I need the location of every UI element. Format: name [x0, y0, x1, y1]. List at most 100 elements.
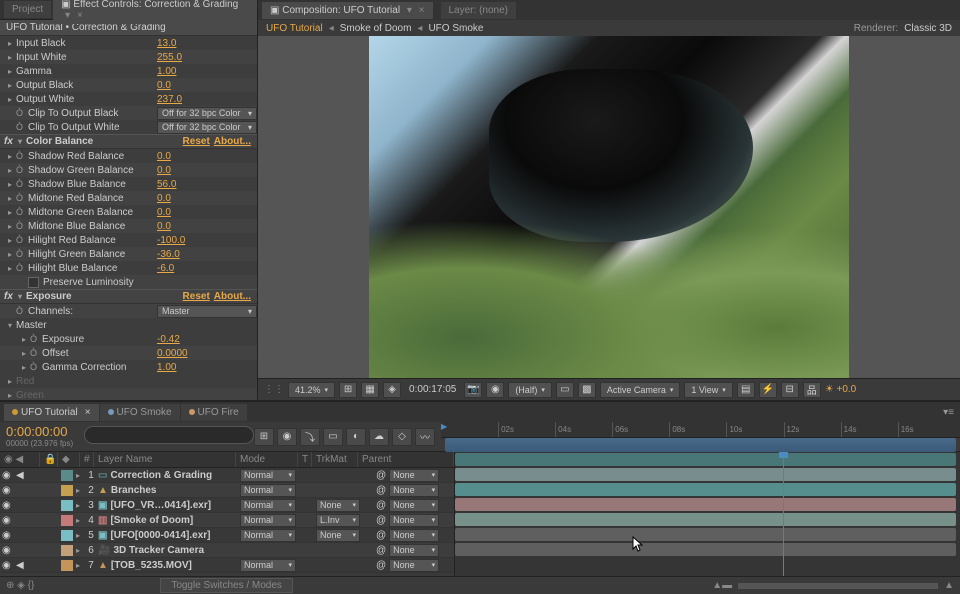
- parent-dropdown-5[interactable]: None: [389, 544, 439, 557]
- timeline-timecode[interactable]: 0:00:00:00: [6, 424, 74, 439]
- prop-cb-6[interactable]: Hilight Red Balance: [28, 235, 157, 246]
- composition-viewer[interactable]: [258, 36, 960, 378]
- panel-menu-icon[interactable]: ▾≡: [943, 407, 954, 418]
- twirl-icon[interactable]: ▸: [8, 250, 16, 259]
- stopwatch-icon[interactable]: Ò: [16, 249, 28, 259]
- twirl-icon[interactable]: ▾: [18, 292, 26, 301]
- reset-link[interactable]: Reset: [183, 136, 210, 147]
- prop-exp-2[interactable]: Gamma Correction: [42, 362, 157, 373]
- label-color[interactable]: [61, 560, 73, 571]
- stopwatch-icon[interactable]: Ò: [30, 348, 42, 358]
- trkmat-dropdown-3[interactable]: L.Inv: [316, 514, 360, 527]
- fx-icon[interactable]: fx: [4, 136, 18, 147]
- twirl-icon[interactable]: ▸: [76, 471, 84, 480]
- mode-dropdown-6[interactable]: Normal: [240, 559, 296, 572]
- graph-editor-icon[interactable]: 〰: [415, 428, 435, 446]
- search-input[interactable]: [84, 426, 254, 444]
- stopwatch-icon[interactable]: Ò: [16, 122, 28, 132]
- val-exp-1[interactable]: 0.0000: [157, 348, 257, 359]
- label-color[interactable]: [61, 470, 73, 481]
- pickwhip-icon[interactable]: @: [376, 485, 386, 496]
- prop-cb-5[interactable]: Midtone Blue Balance: [28, 221, 157, 232]
- twirl-icon[interactable]: ▸: [8, 208, 16, 217]
- twirl-icon[interactable]: ▸: [8, 180, 16, 189]
- mode-dropdown-3[interactable]: Normal: [240, 514, 296, 527]
- eye-icon[interactable]: ◉: [2, 545, 14, 556]
- fx-icon[interactable]: fx: [4, 291, 18, 302]
- prop-cb-8[interactable]: Hilight Blue Balance: [28, 263, 157, 274]
- twirl-icon[interactable]: ▸: [8, 194, 16, 203]
- twirl-icon[interactable]: ▸: [8, 264, 16, 273]
- twirl-icon[interactable]: ▸: [8, 152, 16, 161]
- tab-effect-controls[interactable]: ▣ Effect Controls: Correction & Grading …: [53, 0, 257, 24]
- effect-color-balance[interactable]: Color Balance: [26, 136, 93, 147]
- timeline-tab-1[interactable]: UFO Smoke: [100, 404, 180, 421]
- current-time[interactable]: 0:00:17:05: [405, 384, 460, 395]
- val-cb-4[interactable]: 0.0: [157, 207, 257, 218]
- stopwatch-icon[interactable]: Ò: [16, 108, 28, 118]
- twirl-icon[interactable]: ▸: [8, 95, 16, 104]
- layer-bar-6[interactable]: [455, 543, 956, 556]
- flowchart-icon[interactable]: 品: [803, 382, 821, 398]
- twirl-icon[interactable]: ▸: [8, 39, 16, 48]
- breadcrumb-3[interactable]: UFO Smoke: [428, 23, 483, 34]
- brainstorm-icon[interactable]: ☁: [369, 428, 389, 446]
- stopwatch-icon[interactable]: Ò: [16, 207, 28, 217]
- parent-dropdown-3[interactable]: None: [389, 514, 439, 527]
- effect-exposure[interactable]: Exposure: [26, 291, 72, 302]
- timeline-tab-0[interactable]: UFO Tutorial×: [4, 404, 99, 421]
- layer-row-3[interactable]: ◉ ▸ 4 ▥[Smoke of Doom] Normal L.Inv @Non…: [0, 513, 454, 528]
- parent-dropdown-2[interactable]: None: [389, 499, 439, 512]
- renderer-value[interactable]: Classic 3D: [904, 23, 952, 34]
- views-dropdown[interactable]: 1 View: [684, 382, 732, 398]
- val-cb-7[interactable]: -36.0: [157, 249, 257, 260]
- timeline-tab-2[interactable]: UFO Fire: [181, 404, 247, 421]
- shy-icon[interactable]: ⤵: [300, 428, 320, 446]
- close-icon[interactable]: ×: [85, 407, 91, 418]
- zoom-in-icon[interactable]: ▲: [944, 580, 954, 591]
- layer-bar-3[interactable]: [455, 498, 956, 511]
- parent-dropdown-0[interactable]: None: [389, 469, 439, 482]
- col-mode[interactable]: Mode: [236, 452, 298, 467]
- roi-icon[interactable]: ▭: [556, 382, 574, 398]
- twirl-icon[interactable]: ▸: [8, 53, 16, 62]
- twirl-icon[interactable]: ▸: [22, 363, 30, 372]
- prop-input-black[interactable]: Input Black: [16, 38, 157, 49]
- dropdown-clip-black[interactable]: Off for 32 bpc Color: [157, 107, 257, 120]
- stopwatch-icon[interactable]: Ò: [16, 179, 28, 189]
- val-cb-1[interactable]: 0.0: [157, 165, 257, 176]
- zoom-out-icon[interactable]: ▲▬: [712, 580, 732, 591]
- layer-row-1[interactable]: ◉ ▸ 2 ▲Branches Normal @None: [0, 483, 454, 498]
- val-input-black[interactable]: 13.0: [157, 38, 257, 49]
- exposure-adjust[interactable]: ☀ +0.0: [825, 384, 857, 395]
- layer-name-6[interactable]: ▲[TOB_5235.MOV]: [98, 560, 240, 571]
- prop-output-white[interactable]: Output White: [16, 94, 157, 105]
- mask-icon[interactable]: ◈: [383, 382, 401, 398]
- tab-dropdown-icon[interactable]: ▾: [65, 10, 70, 21]
- fast-preview-icon[interactable]: ⚡: [759, 382, 777, 398]
- show-channel-icon[interactable]: ◉: [486, 382, 504, 398]
- pickwhip-icon[interactable]: @: [376, 560, 386, 571]
- prop-cb-0[interactable]: Shadow Red Balance: [28, 151, 157, 162]
- viewer-grip-icon[interactable]: ⋮⋮: [264, 384, 284, 395]
- prop-gamma[interactable]: Gamma: [16, 66, 157, 77]
- twirl-icon[interactable]: ▸: [8, 391, 16, 400]
- speaker-icon[interactable]: [16, 500, 28, 511]
- val-cb-3[interactable]: 0.0: [157, 193, 257, 204]
- stopwatch-icon[interactable]: Ò: [16, 306, 28, 316]
- layer-row-5[interactable]: ◉ ▸ 6 🎥3D Tracker Camera @None: [0, 543, 454, 558]
- twirl-icon[interactable]: ▸: [76, 531, 84, 540]
- prop-clip-white[interactable]: Clip To Output White: [28, 122, 157, 133]
- resolution-dropdown[interactable]: (Half): [508, 382, 552, 398]
- col-trkmat[interactable]: TrkMat: [312, 452, 358, 467]
- speaker-icon[interactable]: [16, 485, 28, 496]
- label-color[interactable]: [61, 545, 73, 556]
- val-cb-5[interactable]: 0.0: [157, 221, 257, 232]
- breadcrumb-2[interactable]: Smoke of Doom: [340, 23, 412, 34]
- layer-row-0[interactable]: ◉◀ ▸ 1 ▭Correction & Grading Normal @Non…: [0, 468, 454, 483]
- pickwhip-icon[interactable]: @: [376, 545, 386, 556]
- val-gamma[interactable]: 1.00: [157, 66, 257, 77]
- twirl-icon[interactable]: ▸: [76, 501, 84, 510]
- breadcrumb-1[interactable]: UFO Tutorial: [266, 23, 323, 34]
- pickwhip-icon[interactable]: @: [376, 500, 386, 511]
